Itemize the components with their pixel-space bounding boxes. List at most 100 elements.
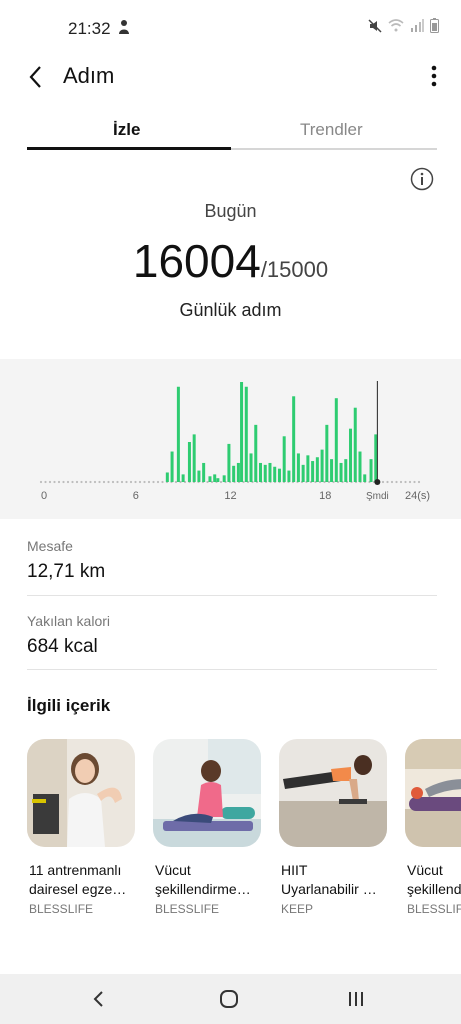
chart-baseline-dot [413, 480, 416, 484]
step-count: 16004 [132, 235, 261, 287]
distance-label: Mesafe [27, 538, 73, 554]
card-title: Vücut şekillendirme… [155, 862, 251, 897]
card-title: Vücut şekillendirme [407, 862, 461, 897]
battery-icon [430, 18, 439, 33]
chart-baseline-dot [219, 480, 223, 484]
chart-baseline-dot [399, 480, 403, 484]
chart-svg: 0 6 12 18 Şmdi 24(s) [39, 381, 430, 502]
notification-icon [119, 20, 129, 34]
chart-bar [227, 443, 231, 482]
chart-baseline-dot [404, 480, 407, 484]
chart-baseline-dot [147, 480, 151, 484]
chart-bar [325, 424, 329, 482]
workout-thumbnail [405, 739, 461, 847]
chart-baseline-dot [143, 480, 146, 484]
content-card[interactable]: 11 antrenmanlı dairesel egze… BLESSLIFE [27, 739, 137, 929]
content-card[interactable]: Vücut şekillendirme BLESSLIFE [405, 739, 461, 929]
chart-bar [282, 436, 286, 482]
nav-back-icon[interactable] [86, 986, 112, 1012]
chart-bar [334, 398, 338, 482]
wifi-icon [388, 19, 404, 32]
back-arrow-icon[interactable] [22, 62, 52, 92]
chart-bar [353, 407, 357, 482]
divider [27, 669, 437, 670]
chart-bar [165, 472, 169, 482]
chart-bar [263, 464, 267, 482]
chart-bar [287, 470, 291, 482]
chart-baseline-dot [66, 480, 70, 484]
card-source: BLESSLIFE [155, 902, 220, 916]
chart-bar [374, 434, 378, 482]
chart-bar [216, 478, 220, 482]
chart-bar [259, 462, 263, 482]
chart-baseline-dot [390, 480, 394, 484]
tab-active-indicator [27, 147, 231, 150]
chart-bar [197, 470, 201, 482]
chart-bar [358, 451, 362, 482]
chart-baseline-dot [381, 480, 385, 484]
chart-tick-label: 0 [41, 490, 47, 502]
chart-tick-label: Şmdi [366, 491, 389, 502]
chart-baseline-dot [120, 480, 124, 484]
app-bar: Adım [0, 56, 461, 106]
chart-bar [277, 468, 281, 482]
signal-icon [411, 19, 424, 32]
tab-bar: İzle Trendler [0, 106, 461, 166]
chart-bar [208, 476, 212, 482]
status-bar: 21:32 [0, 0, 461, 56]
content-card[interactable]: HIIT Uyarlanabilir … KEEP [279, 739, 389, 929]
chart-baseline-dot [71, 480, 74, 484]
chart-bar [202, 462, 206, 482]
nav-home-icon[interactable] [216, 986, 242, 1012]
chart-baseline-dot [386, 480, 389, 484]
now-marker-dot [374, 479, 381, 485]
chart-baseline-dot [116, 480, 119, 484]
chart-baseline-dot [125, 480, 128, 484]
nav-recents-icon[interactable] [343, 986, 369, 1012]
chart-bar [311, 461, 315, 482]
content-card[interactable]: Vücut şekillendirme… BLESSLIFE [153, 739, 263, 929]
card-source: BLESSLIFE [29, 902, 94, 916]
card-source: BLESSLIFE [407, 902, 461, 916]
chart-baseline-dot [48, 480, 52, 484]
chart-tick-label: 24(s) [405, 490, 430, 502]
chart-baseline-dot [408, 480, 412, 484]
chart-baseline-dot [57, 480, 61, 484]
chart-baseline-dot [98, 480, 101, 484]
chart-bar [369, 459, 373, 482]
mute-icon [368, 18, 382, 33]
chart-baseline-dot [206, 480, 209, 484]
daily-steps-caption: Günlük adım [179, 300, 282, 320]
chart-baseline-dot [102, 480, 106, 484]
today-label: Bugün [204, 201, 257, 221]
tab-izle[interactable]: İzle [113, 120, 140, 140]
chart-bar [240, 382, 244, 482]
chart-baseline-dot [417, 480, 421, 484]
chart-bar [344, 459, 348, 482]
chart-bar [349, 428, 353, 482]
more-vert-icon[interactable] [429, 64, 439, 88]
chart-bar [292, 396, 296, 482]
calories-label: Yakılan kalori [27, 613, 111, 629]
info-icon[interactable] [410, 167, 434, 191]
chart-bar [192, 434, 196, 482]
related-cards: 11 antrenmanlı dairesel egze… BLESSLIFE … [27, 739, 461, 939]
chart-baseline-dot [161, 480, 164, 484]
chart-bar [213, 474, 217, 482]
tab-trendler[interactable]: Trendler [300, 120, 363, 140]
page-title: Adım [63, 63, 115, 88]
card-source: KEEP [281, 902, 314, 916]
distance-value: 12,71 km [27, 561, 106, 582]
step-goal: /15000 [260, 257, 329, 282]
chart-baseline-dot [129, 480, 133, 484]
chart-bar [330, 459, 334, 482]
workout-thumbnail [27, 739, 135, 847]
chart-baseline-dot [107, 480, 110, 484]
chart-baseline-dot [111, 480, 115, 484]
chart-bar [254, 424, 258, 482]
chart-bar [176, 386, 180, 482]
workout-thumbnail [279, 739, 387, 847]
chart-bar [306, 455, 310, 482]
chart-baseline-dot [39, 480, 43, 484]
chart-bar [236, 462, 240, 482]
